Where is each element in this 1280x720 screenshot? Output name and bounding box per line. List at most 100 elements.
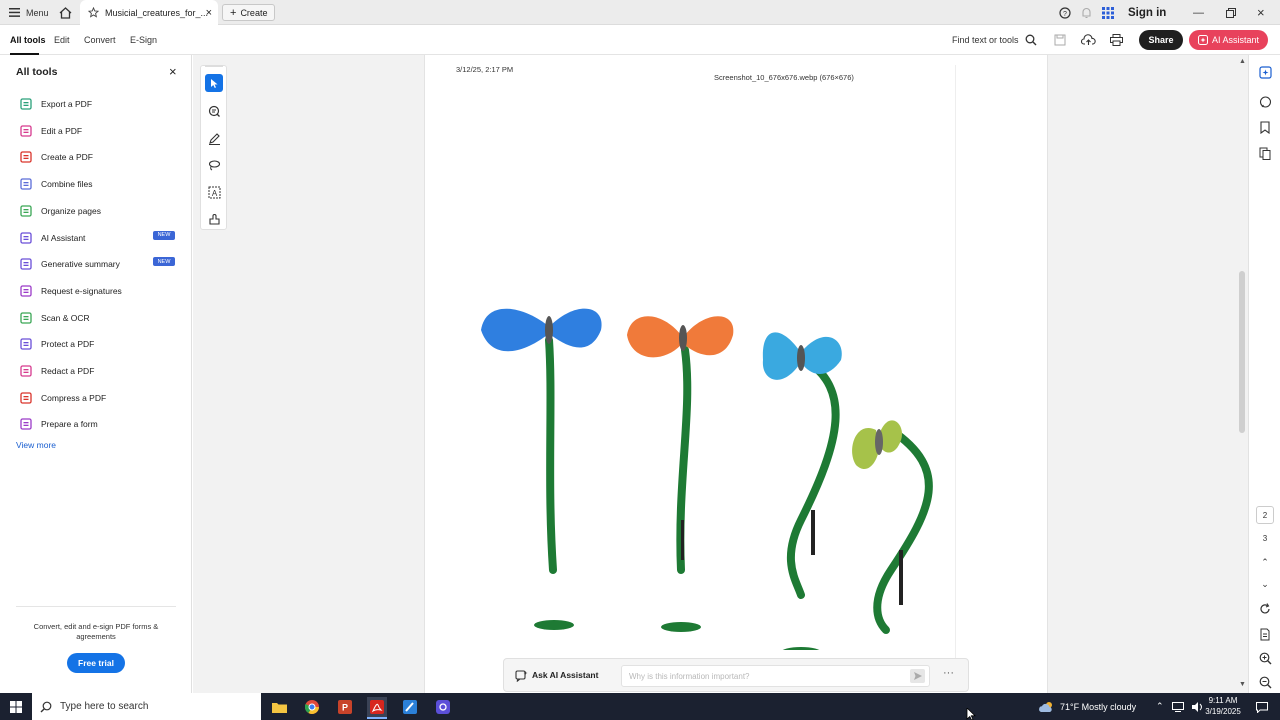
tools-grip [205, 65, 223, 67]
scroll-up-icon[interactable]: ▲ [1239, 58, 1246, 65]
zoom-in-button[interactable] [1257, 650, 1273, 666]
tab-all-tools[interactable]: All tools [10, 25, 46, 55]
tab-esign[interactable]: E-Sign [130, 25, 157, 55]
menu-button[interactable]: Menu [9, 0, 49, 25]
butterfly-orange [627, 316, 734, 358]
close-panel-icon[interactable]: × [169, 65, 177, 78]
tool-item[interactable]: Combine files [20, 176, 93, 192]
scrollbar-thumb[interactable] [1239, 271, 1245, 433]
ai-assistant-button[interactable]: AI Assistant [1189, 30, 1268, 50]
comment-tool-button[interactable] [205, 102, 223, 120]
tool-item[interactable]: Request e-signatures [20, 283, 122, 299]
mouse-cursor-icon [966, 708, 976, 720]
home-button[interactable] [59, 0, 72, 25]
tool-item[interactable]: Organize pages [20, 203, 101, 219]
tool-item[interactable]: Export a PDF [20, 96, 92, 112]
comment-panel-button[interactable] [1257, 94, 1273, 110]
prepare-form-icon [20, 418, 32, 431]
print-button[interactable] [1110, 25, 1123, 55]
weather-text: 71°F Mostly cloudy [1060, 701, 1137, 712]
star-icon[interactable] [88, 7, 99, 18]
tool-item[interactable]: Compress a PDF [20, 390, 106, 406]
print-timestamp: 3/12/25, 2:17 PM [456, 65, 514, 74]
organize-pages-icon [20, 205, 32, 217]
chevron-down-icon[interactable]: ⌄ [1257, 576, 1273, 592]
find-tools-button[interactable]: Find text or tools [952, 25, 1037, 55]
string-lime [899, 550, 903, 605]
ai-chat-icon [515, 670, 528, 682]
text-select-tool-button[interactable]: A [205, 183, 223, 201]
tool-item-label: Edit a PDF [41, 125, 83, 136]
page-fit-button[interactable] [1257, 626, 1273, 642]
select-tool-button[interactable] [205, 74, 223, 92]
weather-widget[interactable]: 71°F Mostly cloudy [1038, 693, 1136, 720]
upload-button[interactable] [1081, 25, 1096, 55]
stamp-tool-button[interactable] [205, 210, 223, 228]
tool-item[interactable]: Prepare a form [20, 416, 98, 432]
bookmarks-button[interactable] [1257, 119, 1273, 135]
ask-ai-label[interactable]: Ask AI Assistant [532, 670, 598, 680]
send-button[interactable] [910, 669, 925, 683]
pdf-page: 3/12/25, 2:17 PM Screenshot_10_676x676.w… [424, 55, 1048, 693]
rotate-button[interactable] [1257, 601, 1273, 617]
pages-button[interactable] [1257, 145, 1273, 161]
base-light-blue [782, 647, 820, 650]
comments-panel-button[interactable] [1257, 64, 1273, 80]
tool-item-label: Prepare a form [41, 419, 98, 430]
chrome-button[interactable] [302, 697, 322, 717]
more-options-icon[interactable]: ··· [943, 667, 954, 679]
scroll-down-icon[interactable]: ▼ [1239, 681, 1246, 688]
tray-chevron-icon[interactable]: ⌃ [1156, 701, 1164, 712]
chevron-up-icon[interactable]: ⌃ [1257, 554, 1273, 570]
tool-item[interactable]: Generative summary [20, 256, 120, 272]
tool-item[interactable]: Redact a PDF [20, 363, 94, 379]
help-button[interactable]: ? [1059, 0, 1071, 25]
clock-date: 3/19/2025 [1205, 707, 1241, 716]
page-number-current[interactable]: 2 [1256, 506, 1274, 524]
apps-grid-icon [1102, 6, 1114, 19]
app-button[interactable] [433, 697, 453, 717]
tab-edit[interactable]: Edit [54, 25, 70, 55]
tool-item[interactable]: Create a PDF [20, 149, 93, 165]
zoom-out-button[interactable] [1257, 674, 1273, 690]
compress-pdf-icon [20, 392, 32, 404]
view-more-link[interactable]: View more [16, 440, 56, 450]
page-number-next[interactable]: 3 [1257, 530, 1273, 546]
cursor-arrow-icon [211, 78, 218, 88]
apps-button[interactable] [1102, 0, 1114, 25]
tool-item[interactable]: Scan & OCR [20, 310, 90, 326]
taskbar-search[interactable]: Type here to search [32, 693, 261, 720]
paint-button[interactable] [400, 697, 420, 717]
butterfly-lime [852, 420, 902, 470]
free-trial-button[interactable]: Free trial [67, 653, 125, 673]
notification-center-button[interactable] [1252, 697, 1272, 717]
minimize-icon[interactable]: — [1193, 0, 1204, 25]
notifications-button[interactable] [1081, 0, 1092, 25]
acrobat-icon [370, 700, 384, 714]
share-button[interactable]: Share [1139, 30, 1183, 50]
file-explorer-button[interactable] [269, 697, 289, 717]
document-tab[interactable]: Musicial_creatures_for_... × [80, 0, 218, 25]
close-tab-icon[interactable]: × [206, 7, 212, 19]
tab-convert[interactable]: Convert [84, 25, 116, 55]
acrobat-button[interactable] [367, 697, 387, 717]
start-button[interactable] [6, 697, 26, 717]
tool-item[interactable]: Edit a PDF [20, 123, 82, 139]
tool-item[interactable]: Protect a PDF [20, 336, 94, 352]
save-button[interactable] [1054, 25, 1066, 55]
network-icon[interactable] [1171, 701, 1184, 712]
tool-item[interactable]: AI Assistant [20, 230, 85, 246]
create-button[interactable]: + Create [222, 4, 276, 21]
vertical-scrollbar[interactable]: ▲ ▼ [1236, 55, 1248, 693]
clock[interactable]: 9:11 AM 3/19/2025 [1200, 695, 1246, 717]
right-rail: 2 3 ⌃ ⌄ [1248, 55, 1280, 693]
draw-tool-button[interactable] [205, 129, 223, 147]
lasso-tool-button[interactable] [205, 156, 223, 174]
ask-ai-input[interactable]: Why is this information important? [621, 665, 930, 687]
sign-in-link[interactable]: Sign in [1128, 0, 1166, 25]
restore-icon[interactable] [1226, 0, 1236, 25]
find-label: Find text or tools [952, 35, 1019, 45]
powerpoint-button[interactable]: P [335, 697, 355, 717]
taskbar-search-placeholder: Type here to search [60, 701, 149, 712]
close-window-icon[interactable]: × [1257, 0, 1265, 25]
